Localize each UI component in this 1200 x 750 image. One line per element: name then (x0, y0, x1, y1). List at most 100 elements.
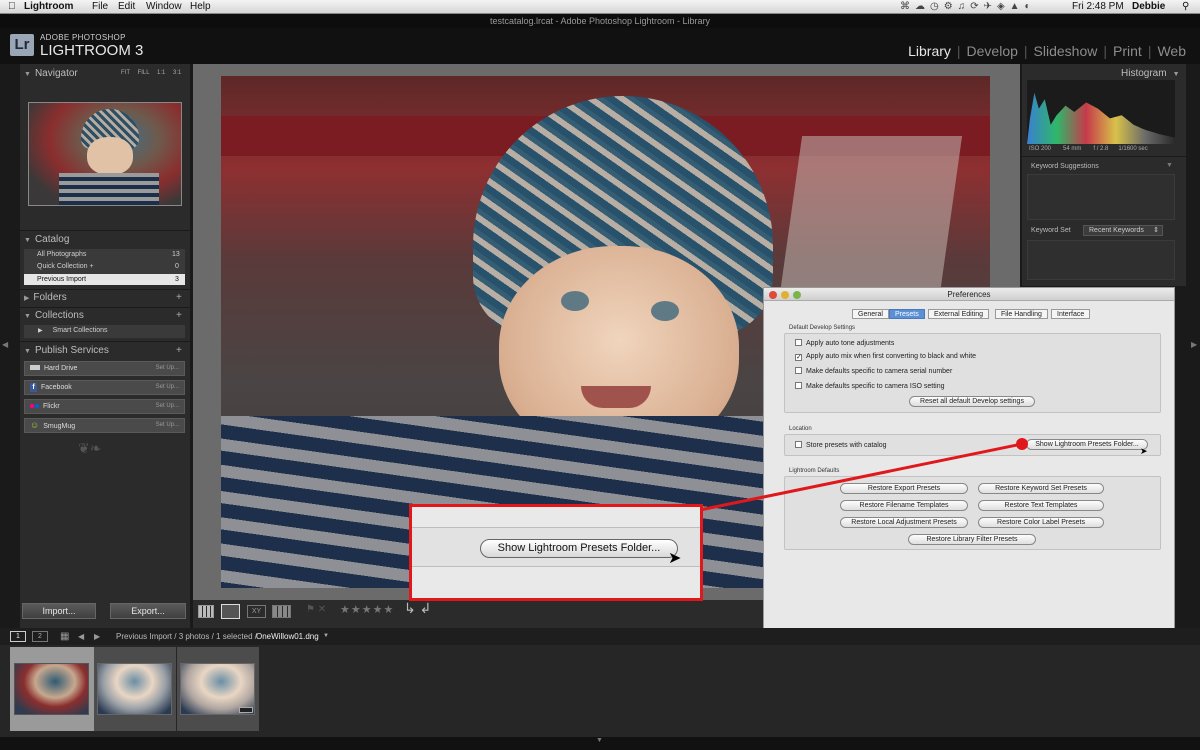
tab-interface[interactable]: Interface (1051, 309, 1091, 319)
filename-dropdown-icon[interactable]: ▼ (323, 628, 329, 645)
tab-presets[interactable]: Presets (889, 309, 925, 319)
callout-show-presets-button[interactable]: Show Lightroom Presets Folder... (480, 539, 678, 558)
store-presets-checkbox[interactable]: Store presets with catalog (795, 441, 887, 449)
serial-defaults-checkbox[interactable]: Make defaults specific to camera serial … (795, 367, 952, 375)
publish-smugmug[interactable]: ☺ SmugMug Set Up... (24, 418, 185, 433)
filmstrip-cell[interactable] (177, 647, 259, 731)
show-presets-folder-button[interactable]: Show Lightroom Presets Folder... (1026, 439, 1148, 450)
tab-general[interactable]: General (852, 309, 889, 319)
keyword-suggestions-toggle-icon[interactable]: ▼ (1166, 162, 1173, 169)
develop-group-label: Default Develop Settings (789, 325, 856, 331)
folders-header[interactable]: ▶ Folders (24, 292, 67, 303)
apple-icon[interactable]:  (8, 0, 16, 14)
forward-arrow-icon[interactable]: ▶ (94, 628, 100, 645)
publish-header[interactable]: ▼ Publish Services (24, 345, 109, 356)
restore-filename-templates-button[interactable]: Restore Filename Templates (840, 500, 968, 511)
reset-develop-button[interactable]: Reset all default Develop settings (909, 396, 1035, 407)
survey-view-icon[interactable] (272, 605, 291, 618)
menu-app[interactable]: Lightroom (24, 0, 73, 14)
import-button[interactable]: Import... (22, 603, 96, 619)
publish-facebook[interactable]: f Facebook Set Up... (24, 380, 185, 395)
navigator-zoom-options[interactable]: FIT FILL 1:1 3:1 (121, 70, 181, 76)
catalog-all-photographs[interactable]: All Photographs (37, 251, 86, 258)
catalog-previous-import[interactable]: Previous Import (37, 276, 86, 283)
bottom-panel-toggle-icon[interactable]: ▼ (596, 737, 603, 744)
export-button[interactable]: Export... (110, 603, 186, 619)
setup-link[interactable]: Set Up... (156, 362, 179, 375)
setup-link[interactable]: Set Up... (156, 381, 179, 394)
window-1-button[interactable]: 1 (10, 631, 26, 642)
rotate-icons[interactable]: ↳ ↲ (404, 600, 431, 617)
photo-eye-right (651, 301, 679, 321)
keyword-suggestions-label: Keyword Suggestions (1031, 163, 1099, 170)
minimize-icon[interactable] (781, 291, 789, 299)
collections-smart[interactable]: ▶ Smart Collections (38, 327, 107, 334)
iso-defaults-checkbox[interactable]: Make defaults specific to camera ISO set… (795, 382, 945, 390)
histogram-header[interactable]: Histogram ▼ (1121, 68, 1184, 79)
module-slideshow[interactable]: Slideshow (1034, 43, 1098, 59)
filmstrip-filename[interactable]: OneWillow01.dng (256, 628, 319, 645)
clock: Fri 2:48 PM (1072, 1, 1124, 12)
tab-file-handling[interactable]: File Handling (995, 309, 1048, 319)
zoom-fill[interactable]: FILL (138, 70, 150, 76)
module-picker: Library | Develop | Slideshow | Print | Web (908, 43, 1186, 59)
filmstrip-cell[interactable] (94, 647, 176, 731)
zoom-1-1[interactable]: 1:1 (157, 70, 165, 76)
left-panel-toggle-icon[interactable]: ◀ (2, 340, 8, 349)
restore-library-filter-presets-button[interactable]: Restore Library Filter Presets (908, 534, 1036, 545)
catalog-header[interactable]: ▼ Catalog (24, 234, 69, 245)
menu-file[interactable]: File (92, 0, 108, 14)
compare-view-icon[interactable]: XY (247, 605, 266, 618)
histogram-graph[interactable] (1027, 80, 1175, 144)
window-2-button[interactable]: 2 (32, 631, 48, 642)
collections-header[interactable]: ▼ Collections (24, 310, 84, 321)
menu-edit[interactable]: Edit (118, 0, 135, 14)
zoom-3-1[interactable]: 3:1 (173, 70, 181, 76)
histogram-curve (1027, 92, 1175, 144)
restore-color-label-presets-button[interactable]: Restore Color Label Presets (978, 517, 1104, 528)
restore-export-presets-button[interactable]: Restore Export Presets (840, 483, 968, 494)
module-print[interactable]: Print (1113, 43, 1142, 59)
close-icon[interactable] (769, 291, 777, 299)
status-icons[interactable]: ⌘☁◷⚙♫⟳✈◈▲◐ (900, 0, 1036, 14)
menu-window[interactable]: Window (146, 0, 182, 14)
filmstrip-path[interactable]: Previous Import / 3 photos / 1 selected … (116, 628, 257, 645)
user-name[interactable]: Debbie (1132, 0, 1165, 14)
restore-text-templates-button[interactable]: Restore Text Templates (978, 500, 1104, 511)
restore-local-adjustment-presets-button[interactable]: Restore Local Adjustment Presets (840, 517, 968, 528)
mouse-cursor-small-icon: ➤ (1140, 446, 1148, 456)
thumbnail-2[interactable] (97, 663, 172, 715)
keyword-set-grid[interactable] (1027, 240, 1175, 280)
smugmug-icon: ☺ (30, 420, 40, 430)
zoom-fit[interactable]: FIT (121, 70, 130, 76)
keyword-set-dropdown[interactable]: Recent Keywords ⇕ (1083, 225, 1163, 236)
grid-view-icon[interactable] (198, 605, 214, 618)
thumbnail-1[interactable] (14, 663, 89, 715)
zoom-icon[interactable] (793, 291, 801, 299)
module-develop[interactable]: Develop (967, 43, 1018, 59)
catalog-quick-collection[interactable]: Quick Collection + (37, 263, 94, 270)
module-library[interactable]: Library (908, 43, 951, 59)
spotlight-icon[interactable]: ⚲ (1182, 0, 1189, 14)
grid-icon[interactable]: ▦ (60, 628, 69, 645)
publish-hard-drive[interactable]: Hard Drive Set Up... (24, 361, 185, 376)
setup-link[interactable]: Set Up... (156, 419, 179, 432)
star-rating-icons[interactable]: ★★★★★ (340, 603, 394, 616)
auto-mix-checkbox[interactable]: ✓ Apply auto mix when first converting to… (795, 353, 976, 361)
tab-external-editing[interactable]: External Editing (928, 309, 990, 319)
navigator-preview[interactable] (28, 102, 182, 206)
filmstrip-cell-selected[interactable] (10, 647, 94, 731)
navigator-header[interactable]: ▼ Navigator (24, 68, 78, 79)
flag-icons[interactable]: ⚑ ✕ (306, 604, 326, 615)
publish-flickr[interactable]: Flickr Set Up... (24, 399, 185, 414)
menu-help[interactable]: Help (190, 0, 211, 14)
module-web[interactable]: Web (1157, 43, 1186, 59)
keyword-suggestions-grid[interactable] (1027, 174, 1175, 220)
nav-face (87, 137, 133, 175)
lightroom-logo: Lr (10, 34, 34, 56)
loupe-view-icon[interactable] (221, 604, 240, 619)
restore-keyword-set-presets-button[interactable]: Restore Keyword Set Presets (978, 483, 1104, 494)
back-arrow-icon[interactable]: ◀ (78, 628, 84, 645)
auto-tone-checkbox[interactable]: Apply auto tone adjustments (795, 339, 894, 347)
setup-link[interactable]: Set Up... (156, 400, 179, 413)
